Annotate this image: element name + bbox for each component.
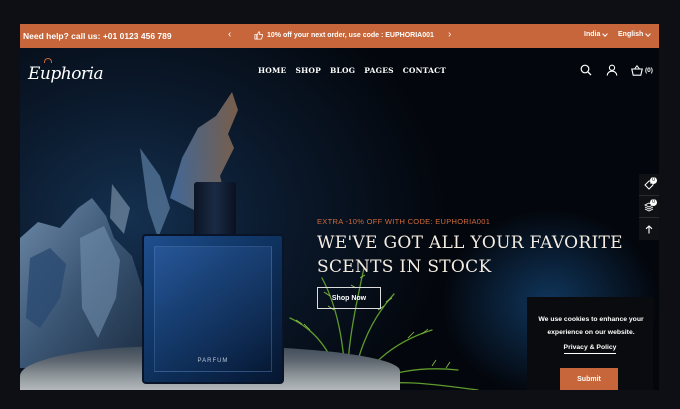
- language-selector[interactable]: English: [618, 30, 652, 38]
- site-logo[interactable]: Euphoria: [28, 58, 104, 84]
- basket-icon: [631, 64, 643, 76]
- cookie-consent-popup: We use cookies to enhance your experienc…: [527, 297, 653, 390]
- nav-blog[interactable]: BLOG: [330, 66, 355, 75]
- cookie-submit-button[interactable]: Submit: [560, 368, 618, 390]
- privacy-policy-link[interactable]: Privacy & Policy: [563, 344, 617, 354]
- promo-text: 10% off your next order, use code : EUPH…: [267, 32, 434, 39]
- chevron-down-icon: [645, 30, 652, 37]
- promo-message: 10% off your next order, use code : EUPH…: [254, 31, 434, 40]
- help-phone-text: Need help? call us: +01 0123 456 789: [23, 31, 172, 41]
- shop-now-button[interactable]: Shop Now: [317, 287, 381, 309]
- wishlist-button[interactable]: 0: [639, 174, 659, 196]
- logo-text: Euphoria: [28, 64, 104, 84]
- compare-count: 0: [650, 199, 657, 206]
- nav-home[interactable]: HOME: [258, 66, 286, 75]
- back-to-top-button[interactable]: [639, 218, 659, 240]
- announcement-bar: Need help? call us: +01 0123 456 789 ‹ 1…: [20, 24, 659, 48]
- headline-line-1: WE'VE GOT ALL YOUR FAVORITE: [317, 233, 623, 253]
- thumbs-up-icon: [254, 31, 263, 40]
- promo-next-arrow[interactable]: ›: [448, 29, 451, 40]
- perfume-cap: [194, 182, 236, 242]
- chevron-down-icon: [602, 30, 609, 37]
- bottle-label: PARFUM: [197, 358, 229, 364]
- cookie-message: We use cookies to enhance your experienc…: [538, 316, 644, 336]
- cart-button[interactable]: (0): [631, 64, 653, 76]
- floating-side-tools: 0 0: [639, 174, 659, 240]
- cart-count: (0): [645, 66, 653, 74]
- nav-shop[interactable]: SHOP: [295, 66, 320, 75]
- arrow-up-icon: [645, 224, 653, 233]
- country-selector[interactable]: India: [584, 30, 609, 38]
- headline-line-2: SCENTS IN STOCK: [317, 257, 492, 277]
- nav-pages[interactable]: PAGES: [364, 66, 393, 75]
- hero-banner: Euphoria HOME SHOP BLOG PAGES CONTACT (0…: [20, 48, 659, 390]
- nav-contact[interactable]: CONTACT: [403, 66, 446, 75]
- wishlist-count: 0: [650, 177, 657, 184]
- search-icon[interactable]: [580, 64, 592, 76]
- perfume-bottle-image: PARFUM: [142, 234, 284, 384]
- main-nav: HOME SHOP BLOG PAGES CONTACT: [258, 66, 446, 75]
- promo-prev-arrow[interactable]: ‹: [228, 29, 231, 40]
- discount-tagline: EXTRA -10% OFF WITH CODE: EUPHORIA001: [317, 217, 491, 226]
- language-label: English: [618, 31, 644, 38]
- bottle-glass: [154, 246, 272, 372]
- hero-headline: WE'VE GOT ALL YOUR FAVORITE SCENTS IN ST…: [317, 231, 623, 279]
- user-account-icon[interactable]: [606, 64, 618, 76]
- country-label: India: [584, 31, 601, 38]
- privacy-policy-link-wrap: Privacy & Policy: [527, 344, 653, 354]
- compare-button[interactable]: 0: [639, 196, 659, 218]
- browser-viewport: Need help? call us: +01 0123 456 789 ‹ 1…: [20, 24, 659, 390]
- logo-crown-icon: [44, 58, 52, 63]
